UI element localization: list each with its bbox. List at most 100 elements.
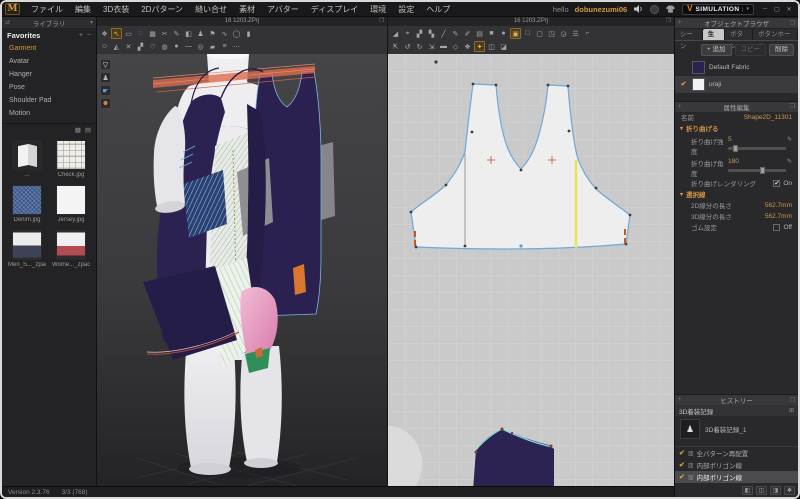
internal-polygon-tool[interactable]: ▣ xyxy=(510,28,521,39)
list-view-icon[interactable]: ▤ xyxy=(85,126,91,134)
add-panel-icon[interactable]: + xyxy=(678,104,682,110)
topstitch-3d-tool[interactable]: ◎ xyxy=(195,41,206,52)
show-arrangement-toggle[interactable]: ☛ xyxy=(100,85,111,96)
sidebar-item[interactable]: Hanger xyxy=(2,68,96,81)
fabric-item[interactable]: ✔ uraji xyxy=(675,75,798,93)
checkbox-unchecked-icon[interactable] xyxy=(773,223,781,231)
popout-icon[interactable]: ❐ xyxy=(379,17,384,26)
add-pattern-tool[interactable]: ◫ xyxy=(486,41,497,52)
edit-curvature-tool[interactable]: ▚ xyxy=(426,28,437,39)
edit-point-tool[interactable]: ▞ xyxy=(414,28,425,39)
sidebar-item[interactable]: Garment xyxy=(2,42,96,55)
avatar-display-tool[interactable]: ♟ xyxy=(195,28,206,39)
select-mesh-tool[interactable]: ▦ xyxy=(147,28,158,39)
select-box-tool[interactable]: ▭ xyxy=(123,28,134,39)
tape-measure-tool[interactable]: ∿ xyxy=(219,28,230,39)
add-favorite-icon[interactable]: + xyxy=(79,32,83,39)
hem-midpoint[interactable] xyxy=(519,244,523,248)
fold-strength-value[interactable]: 5 xyxy=(728,136,783,143)
gizmo-world-tool[interactable]: ✕ xyxy=(123,41,134,52)
walk-pose-tool[interactable]: ☺ xyxy=(99,41,110,52)
seam-allowance-tool[interactable]: ⌐ xyxy=(582,28,593,39)
sidebar-item[interactable]: Pose xyxy=(2,81,96,94)
internal-line-tool[interactable]: ✦ xyxy=(474,41,485,52)
buttonhole-tool[interactable]: ● xyxy=(171,41,182,52)
speaker-icon[interactable] xyxy=(633,4,644,15)
swap-panel-icon[interactable]: ⇄ xyxy=(5,19,10,26)
simulation-button[interactable]: V SIMULATION ▾ xyxy=(682,3,754,15)
show-garment-toggle[interactable]: ▽ xyxy=(100,59,111,70)
popout-icon[interactable]: ❐ xyxy=(790,397,795,404)
internal-circle-tool[interactable]: ▢ xyxy=(534,28,545,39)
layout-one-icon[interactable]: ◧ xyxy=(742,486,753,495)
slider-handle[interactable] xyxy=(759,166,765,174)
select-move-tool[interactable]: ↖ xyxy=(111,28,122,39)
add-point-tool[interactable]: ✎ xyxy=(450,28,461,39)
name-value[interactable]: Shape2D_11301 xyxy=(744,114,792,121)
pencil-icon[interactable]: ✎ xyxy=(787,136,792,143)
menu-item[interactable]: ファイル xyxy=(25,4,69,15)
object-browser-tab[interactable]: シーン xyxy=(675,29,703,50)
username-label[interactable]: dobunezumi06 xyxy=(575,5,628,14)
menu-item[interactable]: 編集 xyxy=(69,4,97,15)
edit-curve-point-tool[interactable]: ╱ xyxy=(438,28,449,39)
internal-rectangle-tool[interactable]: □ xyxy=(522,28,533,39)
elastic-tool[interactable]: ❖ xyxy=(462,41,473,52)
fabric-item[interactable]: Default Fabric xyxy=(675,59,798,76)
library-asset[interactable]: Wome..._zpac xyxy=(52,230,90,268)
sidebar-item[interactable]: Shoulder Pad xyxy=(2,94,96,107)
fabric-swatch[interactable] xyxy=(692,60,705,74)
zipper-tool[interactable]: — xyxy=(183,41,194,52)
close-button[interactable]: ✕ xyxy=(784,6,794,13)
base-line-tool[interactable]: ◶ xyxy=(558,28,569,39)
slider-handle[interactable] xyxy=(732,144,738,152)
library-asset[interactable]: ... xyxy=(8,140,46,178)
circumference-tool[interactable]: ◯ xyxy=(231,28,242,39)
fold-angle-slider[interactable] xyxy=(728,166,786,174)
menu-item[interactable]: 設定 xyxy=(392,4,420,15)
settings-icon[interactable]: ✱ xyxy=(784,486,795,495)
more-tools[interactable]: ⋯ xyxy=(231,41,242,52)
sewing-tool[interactable]: ✎ xyxy=(171,28,182,39)
checkbox-checked-icon[interactable]: ✔ xyxy=(773,179,781,187)
rectangle-pattern-tool[interactable]: ▤ xyxy=(474,28,485,39)
fold-section-header[interactable]: ▾ 折り曲げる xyxy=(675,123,798,134)
library-asset[interactable]: Men_S..._zpac xyxy=(8,230,46,268)
canvas-2d[interactable] xyxy=(388,54,674,486)
fold-strength-slider[interactable] xyxy=(728,144,786,152)
record-item[interactable]: ♟ 3D着装記録_1 xyxy=(675,416,798,442)
add-panel-icon[interactable]: + xyxy=(678,397,682,403)
fabric-swatch[interactable] xyxy=(692,77,705,91)
sew-mn-free-tool[interactable]: ⇲ xyxy=(426,41,437,52)
pin-box-tool[interactable]: ⚑ xyxy=(207,28,218,39)
sidebar-item[interactable]: Avatar xyxy=(2,55,96,68)
menu-item[interactable]: アバター xyxy=(261,4,305,15)
history-step[interactable]: ✔ ▥ 内部ポリゴン線 xyxy=(675,471,798,483)
menu-item[interactable]: ヘルプ xyxy=(420,4,456,15)
maximize-button[interactable]: ▢ xyxy=(772,6,782,13)
add-fabric-button[interactable]: + 追加 xyxy=(700,44,732,56)
attach-button-tool[interactable]: ◇ xyxy=(450,41,461,52)
sew-segment-tool[interactable]: ⇱ xyxy=(390,41,401,52)
polygon-tool[interactable]: ✐ xyxy=(462,28,473,39)
edit-pattern-tool[interactable]: ⌖ xyxy=(402,28,413,39)
dart-tool[interactable]: ◳ xyxy=(546,28,557,39)
popout-icon[interactable]: ❐ xyxy=(790,103,795,110)
trace-tool[interactable]: ☰ xyxy=(570,28,581,39)
circle-pattern-tool[interactable]: ● xyxy=(498,28,509,39)
object-browser-tab[interactable]: ボタンホール xyxy=(753,29,798,50)
account-status-icon[interactable] xyxy=(650,4,660,14)
library-asset[interactable]: Jersey.jpg xyxy=(52,185,90,223)
copy-fabric-button[interactable]: コピー xyxy=(734,44,766,56)
selection-section-header[interactable]: ▾ 選択線 xyxy=(675,189,798,200)
show-avatar-parts-toggle[interactable]: ☻ xyxy=(100,98,111,109)
transform-pattern-tool[interactable]: ◢ xyxy=(390,28,401,39)
history-step[interactable]: ✔ ▥ 全パターン再配置 xyxy=(675,447,798,459)
ruler-tool[interactable]: ▮ xyxy=(243,28,254,39)
show-avatar-toggle[interactable]: ♟ xyxy=(100,72,111,83)
add-panel-icon[interactable]: + xyxy=(678,20,682,26)
fold-angle-value[interactable]: 180 xyxy=(728,158,783,165)
bind-tool[interactable]: ♡ xyxy=(147,41,158,52)
menu-item[interactable]: 2Dパターン xyxy=(135,4,189,15)
simulate-tool[interactable]: ❖ xyxy=(99,28,110,39)
